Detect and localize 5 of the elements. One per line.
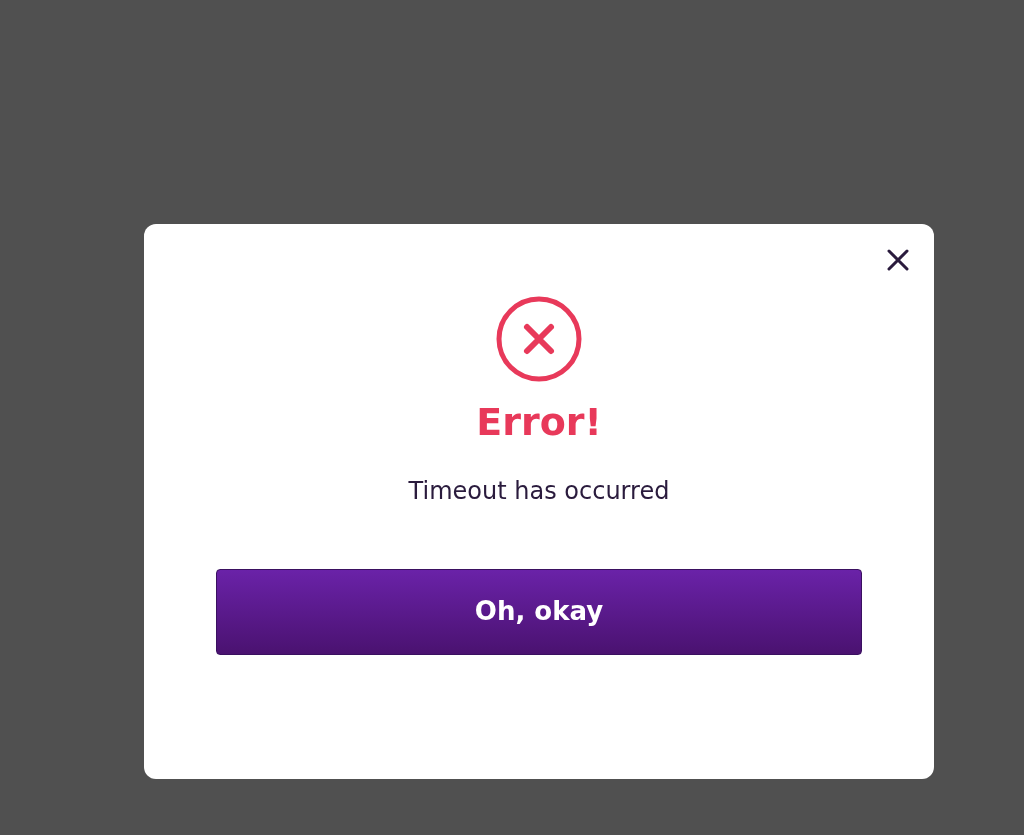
close-icon[interactable] [886,248,910,272]
error-icon [496,296,582,382]
ok-button[interactable]: Oh, okay [216,568,862,655]
dialog-title: Error! [475,400,603,446]
error-message: Timeout has occurred [407,475,671,507]
